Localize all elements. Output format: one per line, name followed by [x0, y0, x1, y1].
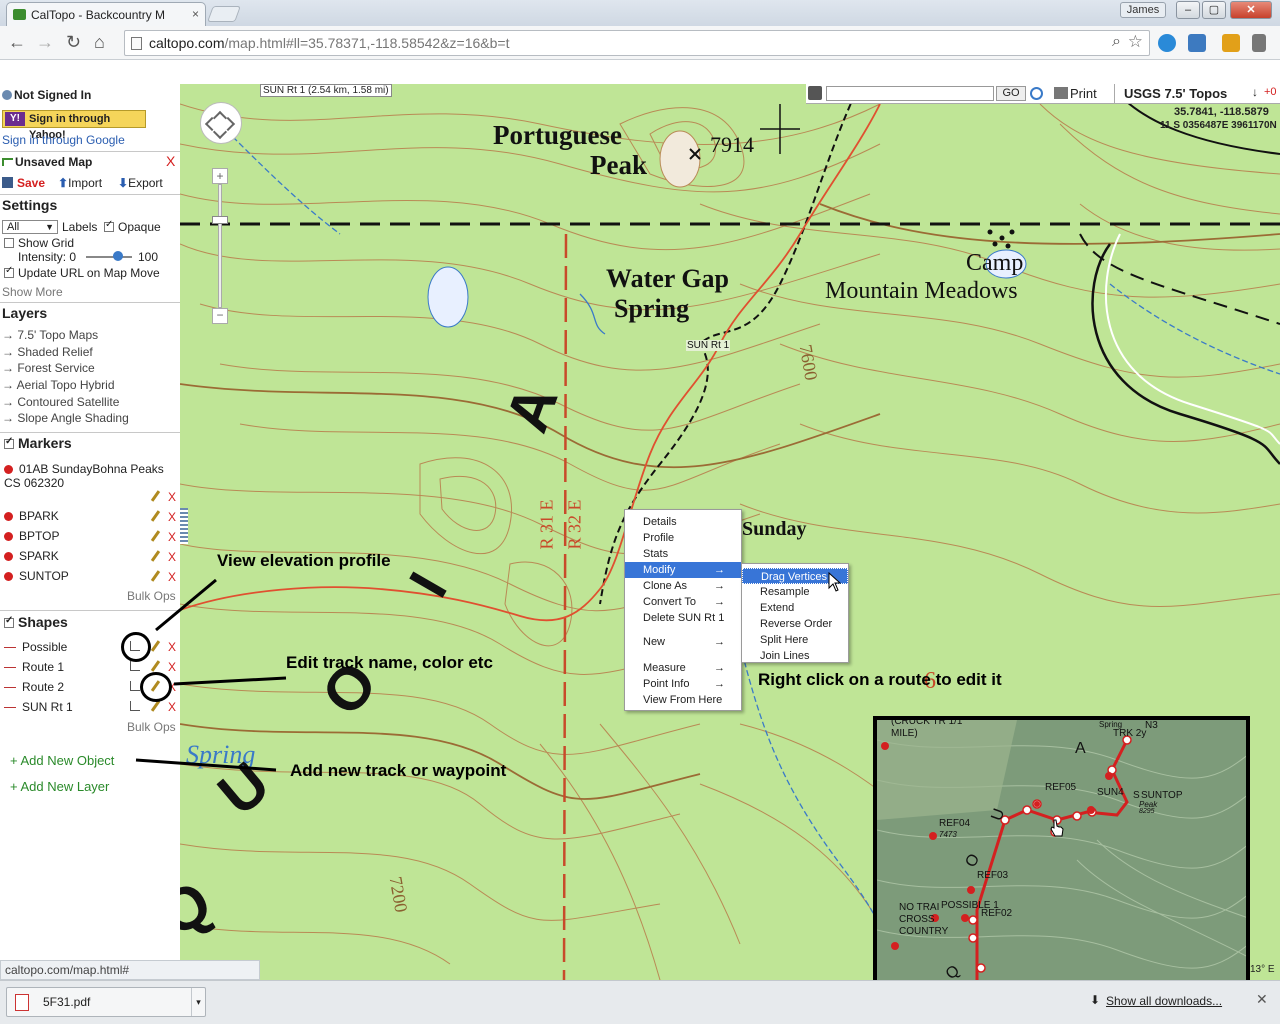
inset-label: SUN4	[1097, 787, 1124, 798]
inset-label: CROSS	[899, 914, 935, 925]
downloads-bar: 5F31.pdf ▾ ⬇ Show all downloads... ✕	[0, 980, 1280, 1024]
inset-label: COUNTRY	[899, 926, 949, 937]
inset-map-graphics	[877, 720, 1246, 987]
inset-label: MILE)	[891, 728, 918, 739]
inset-label: REF05	[1045, 782, 1077, 793]
inset-screenshot: (CRUCK TR 1/1 MILE) Spring TRK 2y N3 A R…	[873, 716, 1250, 991]
inset-label: (CRUCK TR 1/1	[891, 716, 963, 727]
download-item[interactable]: 5F31.pdf ▾	[6, 987, 206, 1017]
inset-label: REF03	[977, 870, 1009, 881]
close-downloads-bar-icon[interactable]: ✕	[1256, 991, 1268, 1008]
inset-letter: A	[1075, 740, 1086, 757]
inset-label: 7473	[939, 830, 957, 839]
annotation-view-profile: View elevation profile	[217, 551, 391, 570]
pdf-file-icon	[15, 994, 29, 1011]
status-url: caltopo.com/map.html#	[0, 960, 260, 980]
download-arrow-icon: ⬇	[1090, 993, 1101, 1007]
show-all-downloads-link[interactable]: Show all downloads...	[1106, 994, 1222, 1008]
hand-cursor-icon	[1050, 819, 1064, 837]
inset-label: 8295	[1139, 808, 1155, 815]
annotation-edit-track: Edit track name, color etc	[286, 653, 493, 672]
download-filename: 5F31.pdf	[43, 995, 91, 1009]
annotation-right-click: Right click on a route to edit it	[758, 670, 1002, 689]
annotation-circle	[140, 672, 172, 702]
inset-label: NO TRAI	[899, 902, 940, 913]
download-menu-caret-icon[interactable]: ▾	[191, 988, 205, 1016]
inset-label: N3	[1145, 720, 1158, 731]
annotation-circle	[121, 632, 151, 662]
inset-label: TRK 2y	[1113, 728, 1147, 739]
inset-label: REF04	[939, 818, 971, 829]
annotation-add-new: Add new track or waypoint	[290, 761, 507, 780]
inset-label: REF02	[981, 908, 1013, 919]
